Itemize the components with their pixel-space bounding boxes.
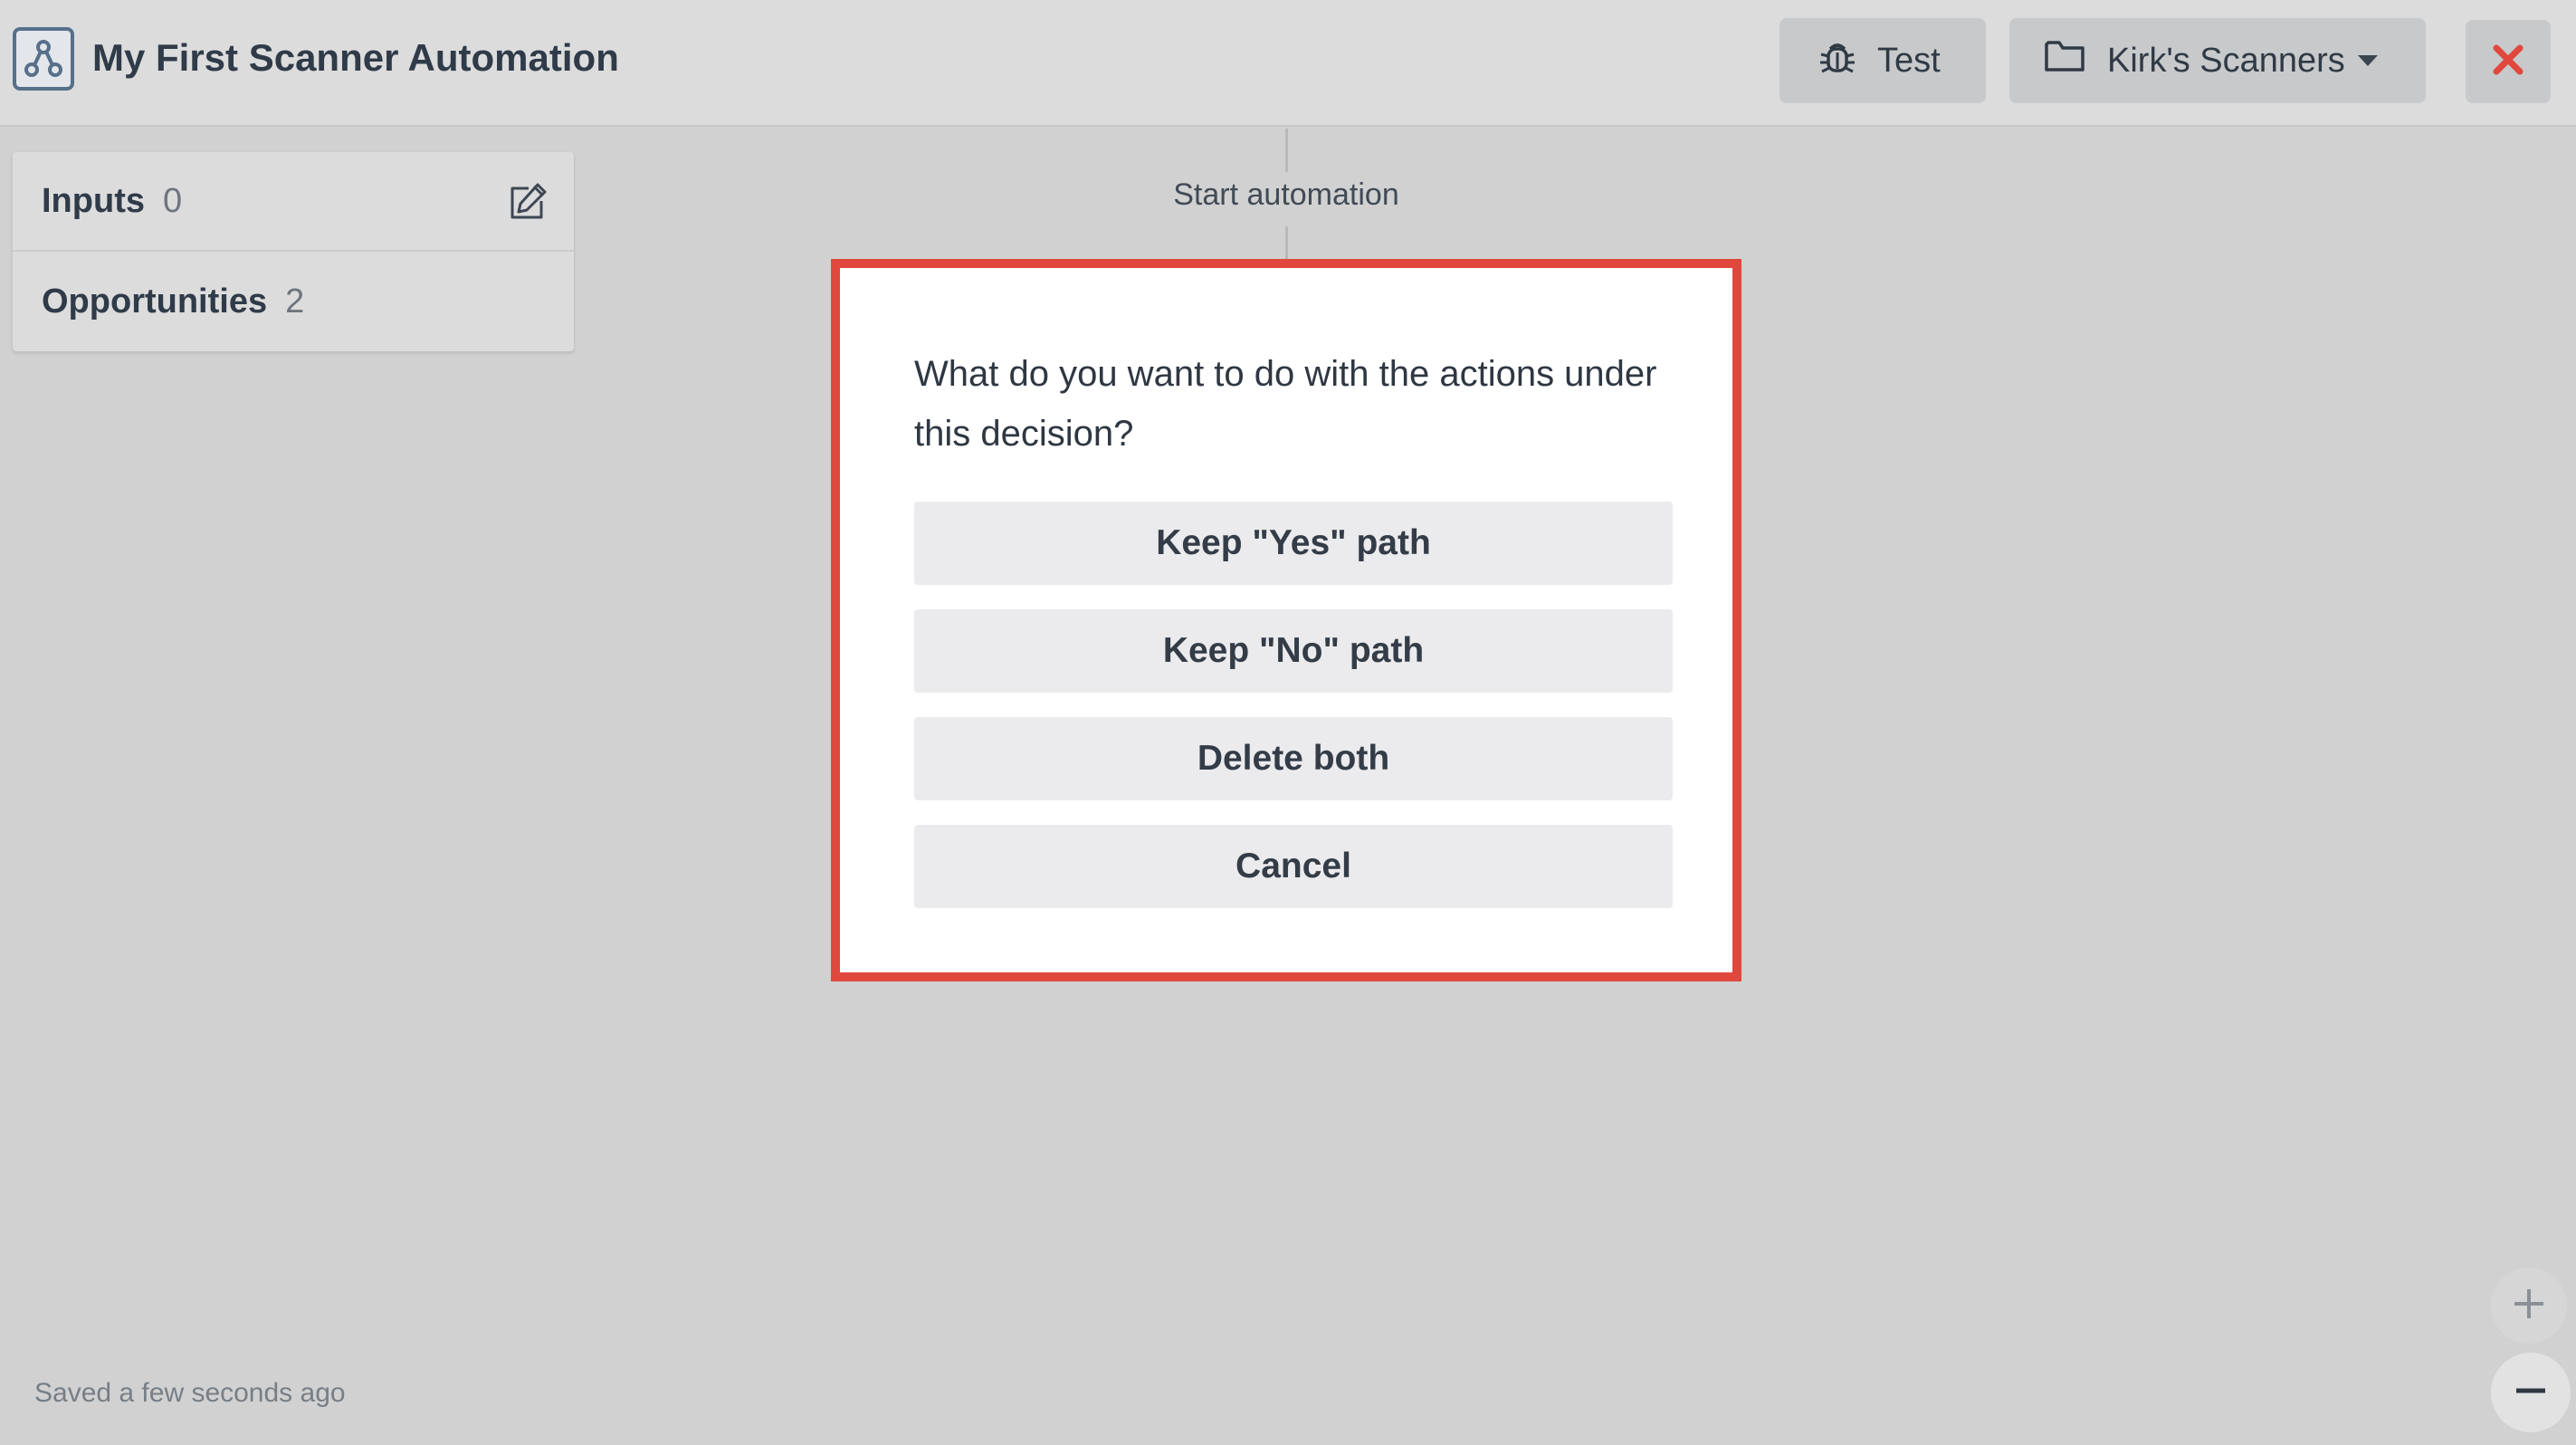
test-button-label: Test xyxy=(1877,41,1941,80)
plus-icon xyxy=(2511,1286,2547,1326)
zoom-out-button[interactable] xyxy=(2491,1353,2571,1432)
automation-flow-icon xyxy=(13,27,74,91)
top-bar: My First Scanner Automation Test Kirk's … xyxy=(0,0,2576,127)
chevron-down-icon xyxy=(2357,55,2378,66)
sidebar-item-count: 2 xyxy=(285,282,305,321)
bug-icon xyxy=(1818,36,1857,85)
page-title: My First Scanner Automation xyxy=(92,36,619,79)
sidebar-item-label: Opportunities xyxy=(42,282,268,321)
keep-no-path-button[interactable]: Keep "No" path xyxy=(914,609,1673,693)
edit-icon[interactable] xyxy=(507,181,549,223)
close-button[interactable] xyxy=(2466,20,2551,103)
automation-panel: Inputs 0 Opportunities 2 xyxy=(13,152,574,351)
test-button[interactable]: Test xyxy=(1779,18,1986,103)
save-status: Saved a few seconds ago xyxy=(34,1378,346,1408)
delete-both-button[interactable]: Delete both xyxy=(914,717,1673,800)
flow-connector xyxy=(1285,226,1288,263)
decision-delete-dialog: What do you want to do with the actions … xyxy=(831,259,1741,981)
close-icon xyxy=(2491,43,2525,81)
minus-icon xyxy=(2513,1373,2549,1413)
keep-yes-path-button[interactable]: Keep "Yes" path xyxy=(914,502,1673,585)
folder-dropdown-label: Kirk's Scanners xyxy=(2107,41,2345,80)
folder-icon xyxy=(2044,38,2085,83)
flow-connector xyxy=(1285,129,1288,172)
dialog-body: What do you want to do with the actions … xyxy=(847,275,1725,965)
start-automation-node[interactable]: Start automation xyxy=(1014,177,1559,213)
folder-dropdown[interactable]: Kirk's Scanners xyxy=(2009,18,2426,103)
sidebar-item-inputs[interactable]: Inputs 0 xyxy=(13,152,574,252)
sidebar-item-count: 0 xyxy=(162,181,183,220)
cancel-button[interactable]: Cancel xyxy=(914,825,1673,908)
dialog-question: What do you want to do with the actions … xyxy=(914,354,1657,454)
sidebar-item-opportunities[interactable]: Opportunities 2 xyxy=(13,252,574,351)
zoom-in-button[interactable] xyxy=(2491,1268,2567,1344)
sidebar-item-label: Inputs xyxy=(42,181,145,220)
